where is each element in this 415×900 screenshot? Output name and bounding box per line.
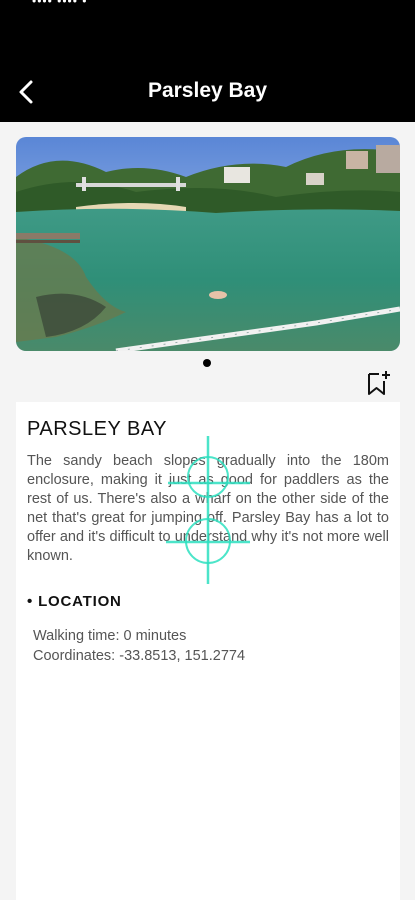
bay-photo [16,137,400,351]
hero-image[interactable] [16,137,400,351]
location-heading: • LOCATION [27,593,122,610]
walking-time: Walking time: 0 minutes [33,628,187,644]
bookmark-button[interactable] [366,369,392,397]
bookmark-add-icon [368,371,390,395]
page-title: Parsley Bay [147,79,268,102]
place-details-card: PARSLEY BAY The sandy beach slopes gradu… [16,402,400,900]
place-description: The sandy beach slopes gradually into th… [27,453,389,564]
coordinates: Coordinates: -33.8513, 151.2774 [33,648,246,664]
place-heading: PARSLEY BAY [27,418,168,440]
status-text: •••• •••• • [32,0,88,8]
carousel-dot-active[interactable] [203,359,211,367]
status-bar: •••• •••• • [0,0,415,62]
header-bar: Parsley Bay [0,62,415,122]
location-heading-label: LOCATION [38,593,122,610]
location-bullet: • [27,593,34,610]
